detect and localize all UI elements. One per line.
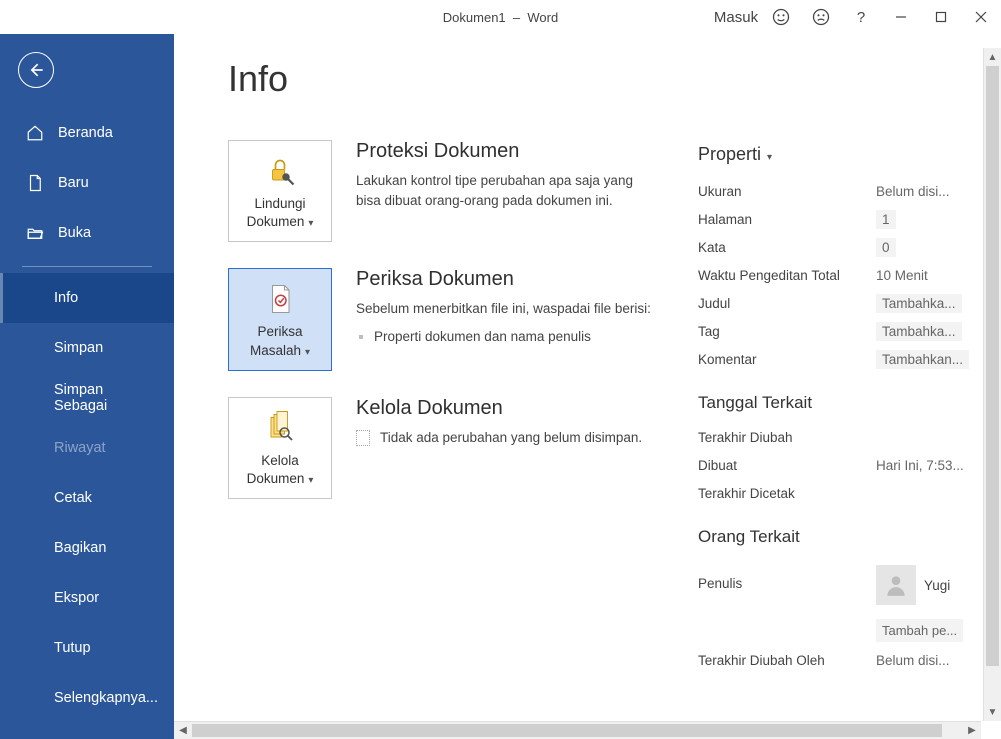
scroll-right-icon[interactable]: ▶ bbox=[963, 722, 981, 739]
manage-heading: Kelola Dokumen bbox=[356, 397, 658, 420]
new-doc-icon bbox=[26, 174, 44, 192]
nav-print[interactable]: Cetak bbox=[0, 473, 174, 523]
manage-body: Tidak ada perubahan yang belum disimpan. bbox=[380, 428, 642, 448]
prop-author: Penulis Yugi bbox=[698, 557, 981, 609]
prop-last-modified: Terakhir Diubah bbox=[698, 423, 981, 451]
check-issues-button[interactable]: Periksa Masalah bbox=[228, 268, 332, 370]
prop-words: Kata0 bbox=[698, 233, 981, 261]
scroll-thumb[interactable] bbox=[986, 66, 999, 666]
prop-last-modified-by: Terakhir Diubah OlehBelum disi... bbox=[698, 646, 981, 674]
prop-size: UkuranBelum disi... bbox=[698, 177, 981, 205]
signin-link[interactable]: Masuk bbox=[721, 0, 761, 34]
minimize-button[interactable] bbox=[881, 0, 921, 34]
help-icon[interactable]: ? bbox=[841, 0, 881, 34]
manage-section: Kelola Dokumen Kelola Dokumen Tidak ada … bbox=[228, 397, 658, 499]
prop-tag: TagTambahka... bbox=[698, 317, 981, 345]
feedback-sad-icon[interactable] bbox=[801, 0, 841, 34]
nav-save[interactable]: Simpan bbox=[0, 323, 174, 373]
title-bar: Dokumen1 – Word Masuk ? bbox=[0, 0, 1001, 34]
protect-body: Lakukan kontrol tipe perubahan apa saja … bbox=[356, 171, 658, 210]
scroll-left-icon[interactable]: ◀ bbox=[174, 722, 192, 739]
properties-panel: Properti UkuranBelum disi... Halaman1 Ka… bbox=[698, 140, 981, 674]
people-heading: Orang Terkait bbox=[698, 527, 981, 547]
document-check-icon bbox=[262, 281, 298, 317]
scroll-thumb[interactable] bbox=[192, 724, 942, 737]
nav-separator bbox=[22, 266, 152, 267]
nav-export[interactable]: Ekspor bbox=[0, 573, 174, 623]
maximize-button[interactable] bbox=[921, 0, 961, 34]
prop-title: JudulTambahka... bbox=[698, 289, 981, 317]
prop-last-printed: Terakhir Dicetak bbox=[698, 479, 981, 507]
prop-pages: Halaman1 bbox=[698, 205, 981, 233]
nav-info[interactable]: Info bbox=[0, 273, 174, 323]
inspect-body: Sebelum menerbitkan file ini, waspadai f… bbox=[356, 299, 658, 319]
nav-save-as[interactable]: Simpan Sebagai bbox=[0, 373, 174, 423]
protect-document-button[interactable]: Lindungi Dokumen bbox=[228, 140, 332, 242]
document-icon bbox=[356, 430, 370, 446]
protect-heading: Proteksi Dokumen bbox=[356, 140, 658, 163]
author-name[interactable]: Yugi bbox=[924, 578, 950, 593]
scroll-down-icon[interactable]: ▼ bbox=[984, 703, 1001, 721]
horizontal-scrollbar[interactable]: ◀ ▶ bbox=[174, 721, 981, 739]
home-icon bbox=[26, 124, 44, 142]
prop-comment: KomentarTambahkan... bbox=[698, 345, 981, 373]
nav-share[interactable]: Bagikan bbox=[0, 523, 174, 573]
main-panel: Info Lindungi Dokumen bbox=[174, 34, 1001, 739]
nav-more[interactable]: Selengkapnya... bbox=[0, 673, 174, 723]
lock-key-icon bbox=[262, 153, 298, 189]
scroll-up-icon[interactable]: ▲ bbox=[984, 48, 1001, 66]
prop-add-author: Tambah pe... bbox=[698, 609, 981, 646]
nav-label: Beranda bbox=[58, 125, 113, 141]
protect-section: Lindungi Dokumen Proteksi Dokumen Lakuka… bbox=[228, 140, 658, 242]
folder-open-icon bbox=[26, 224, 44, 242]
nav-open[interactable]: Buka bbox=[0, 208, 174, 258]
vertical-scrollbar[interactable]: ▲ ▼ bbox=[983, 48, 1001, 721]
nav-label: Buka bbox=[58, 225, 91, 241]
nav-new[interactable]: Baru bbox=[0, 158, 174, 208]
properties-heading[interactable]: Properti bbox=[698, 144, 981, 165]
dates-heading: Tanggal Terkait bbox=[698, 393, 981, 413]
manage-document-button[interactable]: Kelola Dokumen bbox=[228, 397, 332, 499]
nav-label: Baru bbox=[58, 175, 89, 191]
nav-history: Riwayat bbox=[0, 423, 174, 473]
add-author-field[interactable]: Tambah pe... bbox=[876, 619, 963, 642]
backstage-sidebar: Beranda Baru Buka Info Simpan Simpan Seb… bbox=[0, 34, 174, 739]
inspect-item: Properti dokumen dan nama penulis bbox=[374, 327, 658, 347]
prop-created: DibuatHari Ini, 7:53... bbox=[698, 451, 981, 479]
prop-edit-time: Waktu Pengeditan Total10 Menit bbox=[698, 261, 981, 289]
nav-home[interactable]: Beranda bbox=[0, 108, 174, 158]
nav-close[interactable]: Tutup bbox=[0, 623, 174, 673]
inspect-heading: Periksa Dokumen bbox=[356, 268, 658, 291]
avatar bbox=[876, 565, 916, 605]
back-button[interactable] bbox=[18, 52, 54, 88]
inspect-section: Periksa Masalah Periksa Dokumen Sebelum … bbox=[228, 268, 658, 370]
page-title: Info bbox=[228, 58, 981, 100]
feedback-happy-icon[interactable] bbox=[761, 0, 801, 34]
close-button[interactable] bbox=[961, 0, 1001, 34]
documents-search-icon bbox=[262, 410, 298, 446]
